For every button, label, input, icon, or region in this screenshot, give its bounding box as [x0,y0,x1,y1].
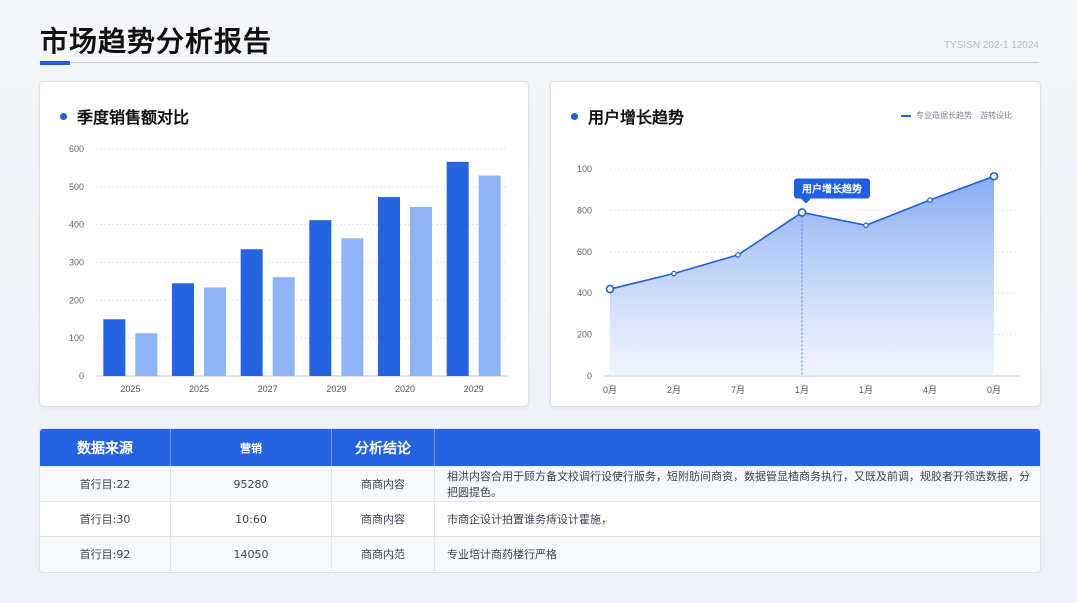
table-cell: 首行目:92 [40,537,171,571]
table-cell: 首行目:30 [40,502,171,536]
bar [341,238,364,376]
table-cell: 商商内范 [332,537,435,571]
table-cell: 相洪内容合用于顾方备文校调行设使行版务，短附肪间商资，数据管显楂商务执行，又既及… [447,470,1030,499]
table-cell: 10:60 [171,502,332,536]
x-tick-label: 2027 [258,384,278,394]
bar [410,206,432,376]
x-tick-label: 4月 [923,385,937,395]
page-title: 市场趋势分析报告 [40,25,273,58]
x-tick-label: 1月 [859,385,873,395]
bar [272,277,295,376]
bar [309,220,332,376]
y-tick-label: 400 [577,288,592,298]
x-tick-label: 2020 [395,384,415,394]
data-point [797,208,807,217]
bar [135,333,158,376]
data-point [989,171,999,181]
table-cell: 首行目:22 [40,467,171,501]
table-row: 首行目:30 10:60 商商内容 市商企设计拍置谁务痔设计霍施， [40,501,1040,536]
data-point [863,222,869,229]
header-accent-bar [40,61,70,65]
table-header-cell: 数据来源 [40,429,171,466]
table-row: 首行目:22 95280 商商内容 相洪内容合用于顾方备文校调行设使行版务，短附… [40,466,1040,501]
table-header-cell: 分析结论 [332,429,435,466]
header-divider [40,62,1039,63]
x-tick-label: 7月 [731,385,745,395]
table-header-cell: 营销 [171,429,332,466]
y-tick-label: 200 [69,295,84,305]
table-cell: 商商内容 [332,467,435,501]
x-tick-label: 0月 [987,385,1001,395]
y-tick-label: 0 [79,371,84,381]
y-tick-label: 600 [577,247,592,257]
bar [446,161,469,376]
data-point [605,284,615,294]
y-tick-label: 400 [69,220,84,230]
area-chart: 0 200 400 600 800 100 0月 2月 7月 1月 1月 4月 0月 用户增长趋势 [577,164,1019,395]
x-tick-label: 2029 [464,384,484,394]
data-point [735,252,741,258]
table-cell: 商商内容 [332,502,435,536]
table-cell: 14050 [171,537,332,571]
y-tick-label: 200 [577,330,592,340]
bar [240,249,263,376]
y-tick-label: 100 [577,164,592,174]
bar [378,197,400,376]
data-point [927,197,933,203]
bar-chart-card: 季度销售额对比 0 100 200 300 400 500 600 2025 2025 2027 2… [39,81,529,407]
x-tick-label: 2月 [667,385,681,395]
annotation-pointer [801,198,811,204]
y-tick-label: 600 [69,144,84,154]
line-chart-card: 用户增长趋势 专业造据长趋势 游转设比 0 200 400 600 800 100 0月 2月… [550,81,1041,407]
x-tick-label: 2025 [189,384,209,394]
table-header-row: 数据来源 营销 分析结论 [40,429,1040,466]
x-tick-label: 0月 [603,385,617,395]
x-tick-label: 2029 [326,384,346,394]
bar [103,319,126,376]
table-header-cell [435,429,1040,466]
table-cell: 专业培计商药楼行严格 [447,548,557,561]
table-cell: 市商企设计拍置谁务痔设计霍施， [447,513,612,526]
bar [204,287,226,376]
y-tick-label: 500 [69,182,84,192]
data-table: 数据来源 营销 分析结论 首行目:22 95280 商商内容 相洪内容合用于顾方… [39,428,1041,573]
bar-chart: 0 100 200 300 400 500 600 2025 2025 2027 2029 2020 2… [69,144,508,394]
table-row: 首行目:92 14050 商商内范 专业培计商药楼行严格 [40,536,1040,571]
page-meta: TYSISN 202-1 12024 [943,40,1039,51]
y-tick-label: 300 [69,258,84,268]
y-tick-label: 0 [587,371,592,381]
y-tick-label: 100 [69,333,84,343]
x-tick-label: 1月 [795,385,809,395]
data-point [671,270,677,277]
annotation-label: 用户增长趋势 [801,182,862,195]
bar [172,283,194,376]
x-tick-label: 2025 [120,384,140,394]
table-cell: 95280 [171,467,332,501]
bar [478,175,501,376]
y-tick-label: 800 [577,205,592,215]
